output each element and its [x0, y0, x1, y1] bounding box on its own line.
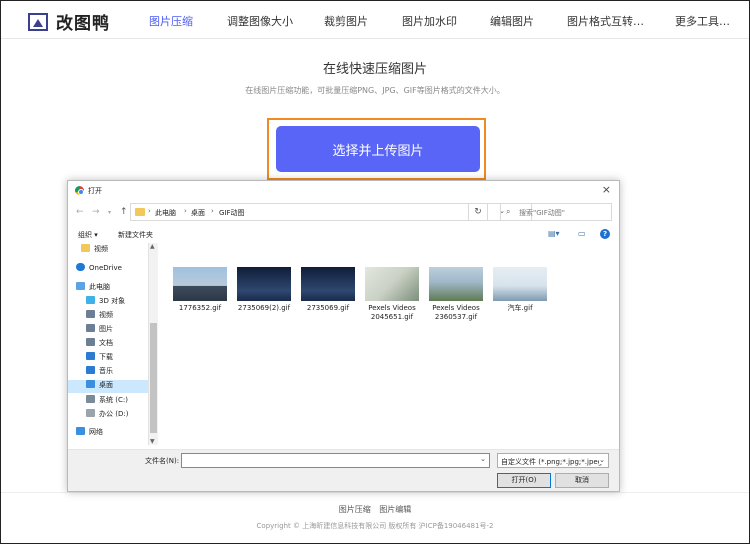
image-thumbnail	[237, 267, 291, 301]
chrome-icon	[75, 186, 84, 195]
search-icon: ⌕	[506, 207, 511, 216]
tree-scrollbar[interactable]: ▲ ▼	[148, 243, 158, 445]
file-item[interactable]: 汽车.gif	[492, 267, 548, 313]
brand-name: 改图鸭	[56, 14, 110, 34]
breadcrumb-gif-folder[interactable]: GIF动图	[219, 208, 245, 218]
chevron-right-icon: ›	[148, 207, 151, 215]
chevron-right-icon: ›	[211, 207, 214, 215]
page-title: 在线快速压缩图片	[322, 62, 427, 77]
nav-item-convert[interactable]: 图片格式互转…	[567, 13, 644, 29]
file-item[interactable]: 2735069.gif	[300, 267, 356, 313]
cancel-button[interactable]: 取消	[555, 473, 609, 488]
nav-item-more-tools[interactable]: 更多工具…	[675, 13, 730, 29]
nav-item-crop[interactable]: 裁剪图片	[324, 13, 368, 29]
network-icon	[76, 427, 85, 435]
tree-item-this-pc[interactable]: 此电脑	[76, 282, 154, 295]
filename-label: 文件名(N):	[145, 457, 180, 465]
file-item[interactable]: Pexels Videos 2045651.gif	[364, 267, 420, 322]
recent-chevron-icon[interactable]: ▾	[108, 209, 111, 216]
filename-input[interactable]: ⌄	[181, 453, 490, 468]
preview-pane-icon[interactable]: ▭	[578, 229, 586, 238]
folder-icon	[81, 244, 90, 252]
chevron-right-icon: ›	[184, 207, 187, 215]
search-placeholder: 搜索"GIF动图"	[519, 209, 565, 217]
music-icon	[86, 366, 95, 374]
scroll-up-icon[interactable]: ▲	[150, 243, 155, 250]
back-arrow-icon[interactable]: ←	[76, 207, 84, 217]
computer-icon	[76, 282, 85, 290]
scroll-down-icon[interactable]: ▼	[150, 438, 155, 445]
image-thumbnail	[365, 267, 419, 301]
image-thumbnail	[493, 267, 547, 301]
top-nav: 改图鸭 图片压缩 调整图像大小 裁剪图片 图片加水印 编辑图片 图片格式互转… …	[1, 1, 749, 39]
file-item[interactable]: 2735069(2).gif	[236, 267, 292, 313]
tree-item-onedrive[interactable]: OneDrive	[76, 263, 154, 276]
new-folder-button[interactable]: 新建文件夹	[118, 230, 153, 240]
download-icon	[86, 352, 95, 360]
chevron-down-icon: ⌄	[599, 456, 605, 464]
nav-item-watermark[interactable]: 图片加水印	[402, 13, 457, 29]
up-arrow-icon[interactable]: ↑	[120, 207, 128, 217]
dialog-title: 打开	[88, 187, 102, 195]
footer-link-edit[interactable]: 图片编辑	[379, 505, 411, 514]
file-open-dialog: 打开 × ← → ▾ ↑ › 此电脑 › 桌面 › GIF动图 ⌄ ↻ ⌕ 搜索…	[67, 180, 620, 492]
document-icon	[86, 338, 95, 346]
scroll-thumb[interactable]	[150, 323, 157, 433]
desktop-icon	[86, 380, 95, 388]
image-thumbnail	[429, 267, 483, 301]
forward-arrow-icon[interactable]: →	[92, 207, 100, 217]
tree-item-desktop[interactable]: 桌面	[68, 380, 148, 393]
cube-icon	[86, 296, 95, 304]
nav-tree: 视频 OneDrive 此电脑 3D 对象 视频 图片 文档 下载 音乐 桌面 …	[68, 243, 159, 445]
upload-button[interactable]: 选择并上传图片	[276, 126, 480, 172]
chevron-down-icon[interactable]: ⌄	[480, 455, 486, 463]
footer-link-compress[interactable]: 图片压缩	[339, 505, 371, 514]
organize-button[interactable]: 组织 ▾	[78, 230, 98, 240]
footer-links: 图片压缩 图片编辑	[0, 504, 750, 515]
nav-item-resize[interactable]: 调整图像大小	[227, 13, 293, 29]
brand-logo[interactable]: 改图鸭	[28, 9, 110, 34]
file-item[interactable]: 1776352.gif	[172, 267, 228, 313]
cloud-icon	[76, 263, 85, 271]
drive-icon	[86, 409, 95, 417]
nav-item-compress[interactable]: 图片压缩	[149, 13, 193, 29]
image-thumbnail	[173, 267, 227, 301]
address-row: ← → ▾ ↑ › 此电脑 › 桌面 › GIF动图 ⌄ ↻ ⌕ 搜索"GIF动…	[68, 203, 619, 223]
logo-icon	[28, 12, 48, 31]
search-input[interactable]: ⌕ 搜索"GIF动图"	[500, 203, 612, 221]
picture-icon	[86, 324, 95, 332]
page-subtitle: 在线图片压缩功能，可批量压缩PNG、JPG、GIF等图片格式的文件大小。	[245, 86, 505, 95]
view-options-icon[interactable]: ▤▾	[548, 229, 560, 238]
tree-item-network[interactable]: 网络	[76, 427, 154, 440]
copyright: Copyright © 上海昕建信息科技有限公司 版权所有 沪ICP备19046…	[256, 522, 494, 530]
help-icon[interactable]: ?	[600, 229, 610, 239]
drive-icon	[86, 395, 95, 403]
video-icon	[86, 310, 95, 318]
breadcrumb-pc[interactable]: 此电脑	[155, 208, 176, 218]
dialog-titlebar[interactable]: 打开 ×	[68, 181, 619, 199]
file-type-select[interactable]: 自定义文件 (*.png;*.jpg;*.jpeg ⌄	[497, 453, 609, 468]
dialog-toolbar: 组织 ▾ 新建文件夹 ▤▾ ▭ ?	[68, 227, 619, 243]
folder-icon	[135, 208, 145, 216]
image-thumbnail	[301, 267, 355, 301]
open-button[interactable]: 打开(O)	[497, 473, 551, 488]
nav-item-edit[interactable]: 编辑图片	[490, 13, 534, 29]
file-item[interactable]: Pexels Videos 2360537.gif	[428, 267, 484, 322]
footer-divider	[1, 492, 749, 493]
breadcrumb-desktop[interactable]: 桌面	[191, 208, 205, 218]
refresh-icon[interactable]: ↻	[468, 203, 488, 221]
close-icon[interactable]: ×	[602, 183, 611, 196]
dialog-footer: 文件名(N): ⌄ 自定义文件 (*.png;*.jpg;*.jpeg ⌄ 打开…	[68, 449, 619, 491]
